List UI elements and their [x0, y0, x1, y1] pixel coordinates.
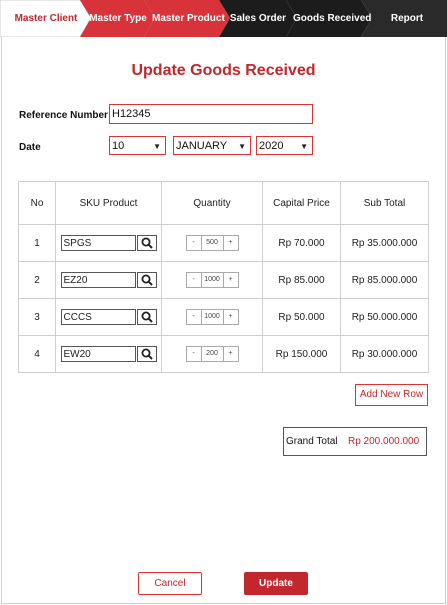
- table-row: 1 SPGS - 500 + Rp 70.000 Rp 35.000.000: [18, 224, 429, 262]
- caret-down-icon: ▼: [153, 142, 161, 151]
- search-icon[interactable]: [136, 309, 157, 325]
- sub-total: Rp 30.000.000: [340, 335, 429, 373]
- header-no: No: [18, 181, 56, 225]
- sub-total: Rp 50.000.000: [340, 298, 429, 336]
- day-select[interactable]: 10 ▼: [109, 136, 166, 155]
- reference-label: Reference Number: [19, 110, 108, 121]
- row-no: 2: [18, 261, 56, 299]
- plus-button[interactable]: +: [224, 236, 238, 250]
- year-select[interactable]: 2020 ▼: [256, 136, 313, 155]
- row-no: 3: [18, 298, 56, 336]
- reference-number-input[interactable]: H12345: [109, 104, 313, 124]
- plus-button[interactable]: +: [224, 310, 238, 324]
- table-header-row: No SKU Product Quantity Capital Price Su…: [18, 181, 429, 225]
- caret-down-icon: ▼: [238, 142, 246, 151]
- month-value: JANUARY: [176, 140, 228, 152]
- header-sku: SKU Product: [55, 181, 162, 225]
- header-quantity: Quantity: [161, 181, 263, 225]
- cancel-button[interactable]: Cancel: [138, 572, 202, 595]
- table-row: 4 EW20 - 200 + Rp 150.000 Rp 30.000.000: [18, 335, 429, 373]
- minus-button[interactable]: -: [187, 273, 201, 287]
- quantity-cell: - 1000 +: [161, 298, 263, 336]
- progress-steps: Master Client Master Type Master Product…: [0, 0, 447, 37]
- update-button[interactable]: Update: [244, 572, 308, 595]
- quantity-value[interactable]: 1000: [200, 273, 224, 287]
- capital-price: Rp 150.000: [262, 335, 341, 373]
- grand-total-box: Grand Total Rp 200.000.000: [283, 427, 427, 456]
- capital-price: Rp 70.000: [262, 224, 341, 262]
- quantity-value[interactable]: 200: [200, 347, 224, 361]
- day-value: 10: [112, 140, 125, 152]
- add-new-row-button[interactable]: Add New Row: [355, 384, 428, 406]
- sub-total: Rp 85.000.000: [340, 261, 429, 299]
- plus-button[interactable]: +: [224, 347, 238, 361]
- step-report[interactable]: Report: [372, 0, 442, 37]
- minus-button[interactable]: -: [187, 310, 201, 324]
- quantity-stepper: - 500 +: [185, 235, 239, 251]
- capital-price: Rp 85.000: [262, 261, 341, 299]
- quantity-stepper: - 1000 +: [185, 272, 239, 288]
- caret-down-icon: ▼: [300, 142, 308, 151]
- date-label: Date: [19, 142, 41, 153]
- search-icon[interactable]: [136, 272, 157, 288]
- month-select[interactable]: JANUARY ▼: [173, 136, 251, 155]
- step-master-product[interactable]: Master Product: [152, 0, 225, 37]
- table-row: 3 CCCS - 1000 + Rp 50.000 Rp 50.000.000: [18, 298, 429, 336]
- sku-input[interactable]: EZ20: [60, 272, 136, 288]
- capital-price: Rp 50.000: [262, 298, 341, 336]
- table-row: 2 EZ20 - 1000 + Rp 85.000 Rp 85.000.000: [18, 261, 429, 299]
- minus-button[interactable]: -: [187, 347, 201, 361]
- header-capital-price: Capital Price: [262, 181, 341, 225]
- sku-cell: CCCS: [55, 298, 162, 336]
- search-icon[interactable]: [136, 235, 157, 251]
- step-sales-order[interactable]: Sales Order: [226, 0, 290, 37]
- sku-cell: EZ20: [55, 261, 162, 299]
- sku-cell: EW20: [55, 335, 162, 373]
- step-master-client[interactable]: Master Client: [8, 0, 84, 37]
- quantity-cell: - 500 +: [161, 224, 263, 262]
- sku-input[interactable]: CCCS: [60, 309, 136, 325]
- quantity-value[interactable]: 500: [200, 236, 224, 250]
- sku-cell: SPGS: [55, 224, 162, 262]
- goods-table: No SKU Product Quantity Capital Price Su…: [18, 181, 429, 373]
- minus-button[interactable]: -: [187, 236, 201, 250]
- quantity-cell: - 200 +: [161, 335, 263, 373]
- plus-button[interactable]: +: [224, 273, 238, 287]
- grand-total-value: Rp 200.000.000: [348, 436, 420, 447]
- quantity-stepper: - 1000 +: [185, 309, 239, 325]
- page-title: Update Goods Received: [131, 62, 316, 79]
- row-no: 4: [18, 335, 56, 373]
- quantity-value[interactable]: 1000: [200, 310, 224, 324]
- sku-input[interactable]: EW20: [60, 346, 136, 362]
- quantity-cell: - 1000 +: [161, 261, 263, 299]
- quantity-stepper: - 200 +: [185, 346, 239, 362]
- search-icon[interactable]: [136, 346, 157, 362]
- row-no: 1: [18, 224, 56, 262]
- step-master-type[interactable]: Master Type: [88, 0, 148, 37]
- sku-input[interactable]: SPGS: [60, 235, 136, 251]
- step-goods-received[interactable]: Goods Received: [293, 0, 371, 37]
- year-value: 2020: [259, 140, 284, 152]
- header-sub-total: Sub Total: [340, 181, 429, 225]
- sub-total: Rp 35.000.000: [340, 224, 429, 262]
- grand-total-label: Grand Total: [286, 436, 338, 447]
